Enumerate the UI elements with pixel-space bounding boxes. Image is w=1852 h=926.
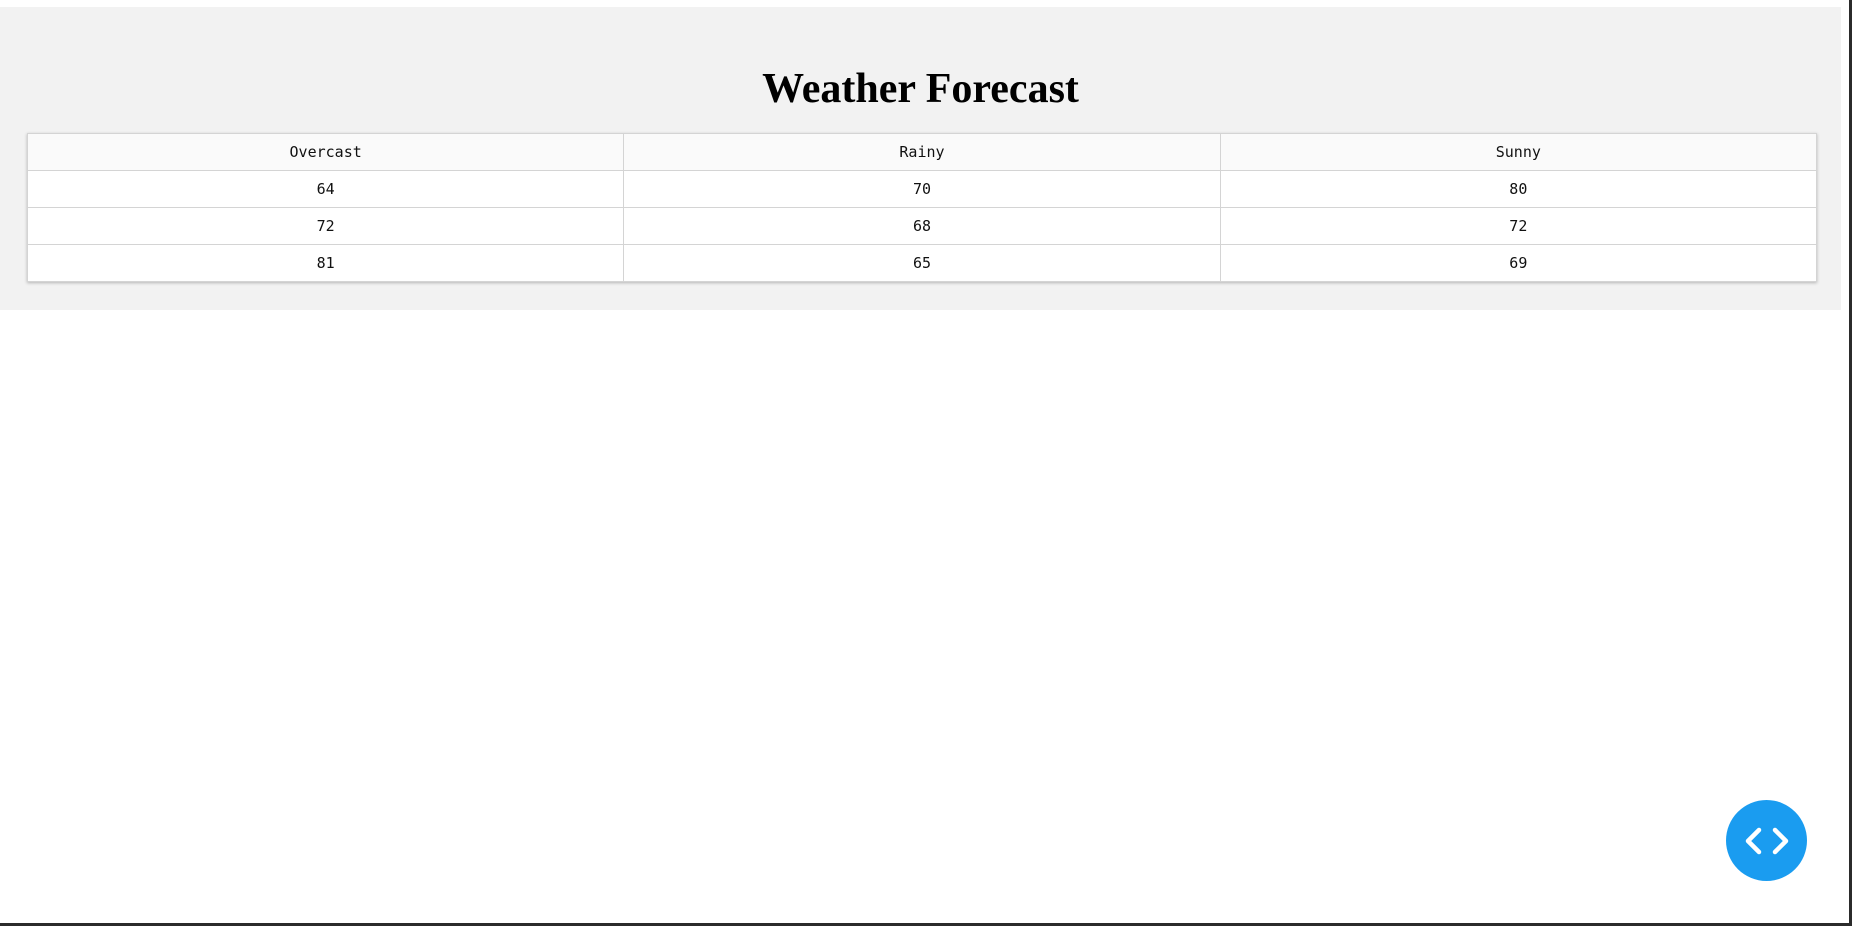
forecast-table: Overcast Rainy Sunny 64 70 80 72 68 72 8…	[26, 133, 1818, 282]
table-cell: 69	[1219, 244, 1818, 282]
table-row: 81 65 69	[26, 244, 1818, 282]
table-cell: 64	[26, 170, 625, 208]
table-row: 72 68 72	[26, 207, 1818, 245]
column-header-sunny: Sunny	[1219, 133, 1818, 171]
table-header-row: Overcast Rainy Sunny	[26, 133, 1818, 171]
table-cell: 65	[623, 244, 1221, 282]
table-cell: 70	[623, 170, 1221, 208]
table-cell: 68	[623, 207, 1221, 245]
table-row: 64 70 80	[26, 170, 1818, 208]
page-title: Weather Forecast	[762, 66, 1079, 112]
table-cell: 72	[1219, 207, 1818, 245]
table-cell: 81	[26, 244, 625, 282]
table-cell: 80	[1219, 170, 1818, 208]
forecast-table-container: Overcast Rainy Sunny 64 70 80 72 68 72 8…	[26, 133, 1818, 282]
code-toggle-button[interactable]	[1726, 800, 1807, 881]
table-cell: 72	[26, 207, 625, 245]
column-header-rainy: Rainy	[623, 133, 1221, 171]
code-icon	[1745, 827, 1788, 854]
column-header-overcast: Overcast	[26, 133, 625, 171]
